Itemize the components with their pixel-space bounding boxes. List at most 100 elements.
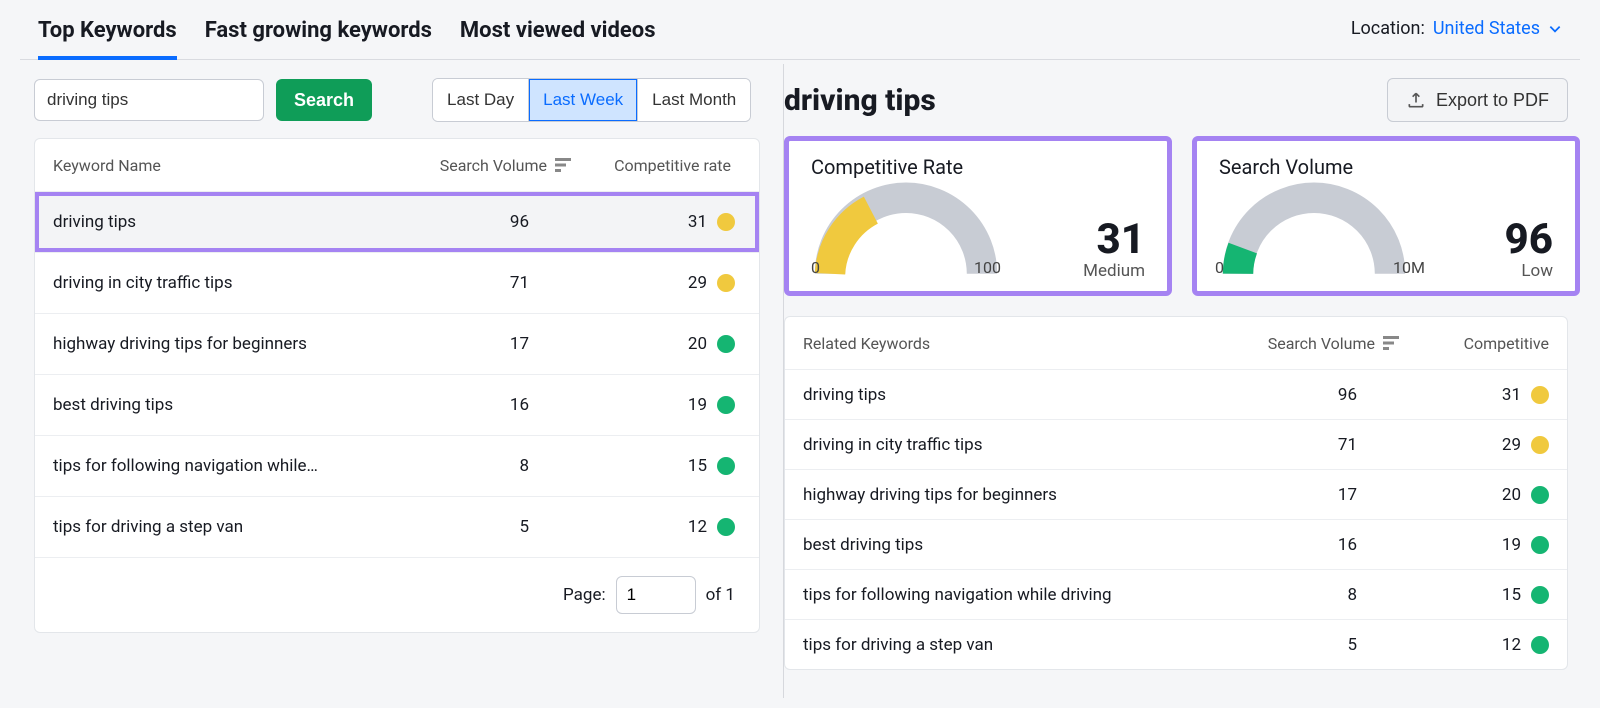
rate-dot-icon (1531, 536, 1549, 554)
cell-name: tips for driving a step van (53, 517, 401, 537)
table-header: Keyword Name Search Volume Competitive r… (35, 139, 759, 191)
cell-name: highway driving tips for beginners (803, 485, 1229, 505)
related-row[interactable]: tips for driving a step van512 (785, 619, 1567, 669)
export-pdf-button[interactable]: Export to PDF (1387, 78, 1568, 122)
sort-desc-icon (555, 158, 571, 172)
page-input[interactable] (616, 576, 696, 614)
gauge-volume: Search Volume 96 Low 0 10M (1192, 136, 1580, 296)
gauge-volume-min: 0 (1215, 258, 1224, 277)
related-row[interactable]: best driving tips1619 (785, 519, 1567, 569)
detail-title: driving tips (784, 83, 936, 118)
col-competitive-rate[interactable]: Competitive rate (571, 156, 741, 175)
rate-dot-icon (717, 457, 735, 475)
rcol-volume-label: Search Volume (1268, 334, 1375, 353)
cell-volume: 17 (401, 334, 571, 354)
cell-rate: 31 (571, 212, 741, 232)
cell-rate: 20 (1399, 485, 1549, 505)
rate-dot-icon (1531, 636, 1549, 654)
cell-volume: 5 (1229, 635, 1399, 655)
location-select[interactable]: United States (1433, 18, 1562, 39)
gauge-competitive: Competitive Rate 31 Medium 0 100 (784, 136, 1172, 296)
table-row[interactable]: tips for driving a step van512 (35, 496, 759, 557)
cell-name: driving in city traffic tips (53, 273, 401, 293)
cell-volume: 16 (401, 395, 571, 415)
related-table: Related Keywords Search Volume Competiti… (784, 316, 1568, 670)
cell-rate: 12 (571, 517, 741, 537)
search-input[interactable] (34, 79, 264, 121)
pager: Page: of 1 (35, 557, 759, 632)
cell-volume: 96 (1229, 385, 1399, 405)
cell-volume: 17 (1229, 485, 1399, 505)
location-label: Location: (1351, 18, 1425, 39)
table-row[interactable]: driving tips9631 (35, 191, 759, 252)
location-value: United States (1433, 18, 1540, 39)
range-last-week[interactable]: Last Week (528, 79, 637, 121)
table-row[interactable]: driving in city traffic tips7129 (35, 252, 759, 313)
cell-volume: 8 (401, 456, 571, 476)
cell-rate: 29 (571, 273, 741, 293)
rate-dot-icon (717, 335, 735, 353)
rate-dot-icon (1531, 386, 1549, 404)
cell-volume: 16 (1229, 535, 1399, 555)
rcol-rate[interactable]: Competitive (1399, 334, 1549, 353)
gauge-volume-title: Search Volume (1219, 155, 1553, 179)
cell-name: tips for following navigation while driv… (803, 585, 1229, 605)
gauge-volume-label: Low (1505, 261, 1553, 281)
sort-desc-icon (1383, 336, 1399, 350)
cell-rate: 19 (1399, 535, 1549, 555)
rate-dot-icon (717, 213, 735, 231)
rcol-name[interactable]: Related Keywords (803, 334, 1229, 353)
rate-dot-icon (1531, 486, 1549, 504)
cell-name: best driving tips (53, 395, 401, 415)
cell-volume: 8 (1229, 585, 1399, 605)
cell-volume: 96 (401, 212, 571, 232)
cell-name: driving tips (803, 385, 1229, 405)
cell-rate: 19 (571, 395, 741, 415)
cell-volume: 71 (1229, 435, 1399, 455)
table-row[interactable]: highway driving tips for beginners1720 (35, 313, 759, 374)
tabs: Top Keywords Fast growing keywords Most … (38, 12, 656, 59)
tab-most-viewed[interactable]: Most viewed videos (460, 12, 656, 59)
range-last-month[interactable]: Last Month (637, 79, 750, 121)
cell-rate: 20 (571, 334, 741, 354)
gauge-competitive-min: 0 (811, 258, 820, 277)
rate-dot-icon (1531, 436, 1549, 454)
page-of: of 1 (706, 585, 735, 605)
chevron-down-icon (1548, 22, 1562, 36)
rcol-volume[interactable]: Search Volume (1229, 334, 1399, 353)
gauge-volume-max: 10M (1393, 258, 1425, 277)
location: Location: United States (1351, 18, 1562, 53)
table-row[interactable]: best driving tips1619 (35, 374, 759, 435)
tab-top-keywords[interactable]: Top Keywords (38, 12, 177, 59)
page-label: Page: (563, 585, 606, 605)
export-label: Export to PDF (1436, 90, 1549, 111)
cell-volume: 5 (401, 517, 571, 537)
search-button[interactable]: Search (276, 79, 372, 121)
cell-rate: 15 (571, 456, 741, 476)
related-header: Related Keywords Search Volume Competiti… (785, 317, 1567, 369)
tab-fast-growing[interactable]: Fast growing keywords (205, 12, 432, 59)
cell-name: driving in city traffic tips (803, 435, 1229, 455)
gauge-volume-value: 96 (1505, 219, 1553, 261)
rate-dot-icon (717, 396, 735, 414)
gauge-competitive-title: Competitive Rate (811, 155, 1145, 179)
col-keyword-name[interactable]: Keyword Name (53, 156, 401, 175)
keywords-table: Keyword Name Search Volume Competitive r… (34, 138, 760, 633)
cell-rate: 31 (1399, 385, 1549, 405)
upload-icon (1406, 90, 1426, 110)
cell-rate: 15 (1399, 585, 1549, 605)
cell-name: tips for following navigation while… (53, 456, 401, 476)
cell-volume: 71 (401, 273, 571, 293)
related-row[interactable]: tips for following navigation while driv… (785, 569, 1567, 619)
related-row[interactable]: driving in city traffic tips7129 (785, 419, 1567, 469)
cell-rate: 29 (1399, 435, 1549, 455)
related-row[interactable]: driving tips9631 (785, 369, 1567, 419)
range-last-day[interactable]: Last Day (433, 79, 528, 121)
cell-name: tips for driving a step van (803, 635, 1229, 655)
cell-rate: 12 (1399, 635, 1549, 655)
col-search-volume[interactable]: Search Volume (401, 156, 571, 175)
table-row[interactable]: tips for following navigation while…815 (35, 435, 759, 496)
related-row[interactable]: highway driving tips for beginners1720 (785, 469, 1567, 519)
time-range: Last Day Last Week Last Month (432, 78, 751, 122)
col-volume-label: Search Volume (440, 156, 547, 175)
